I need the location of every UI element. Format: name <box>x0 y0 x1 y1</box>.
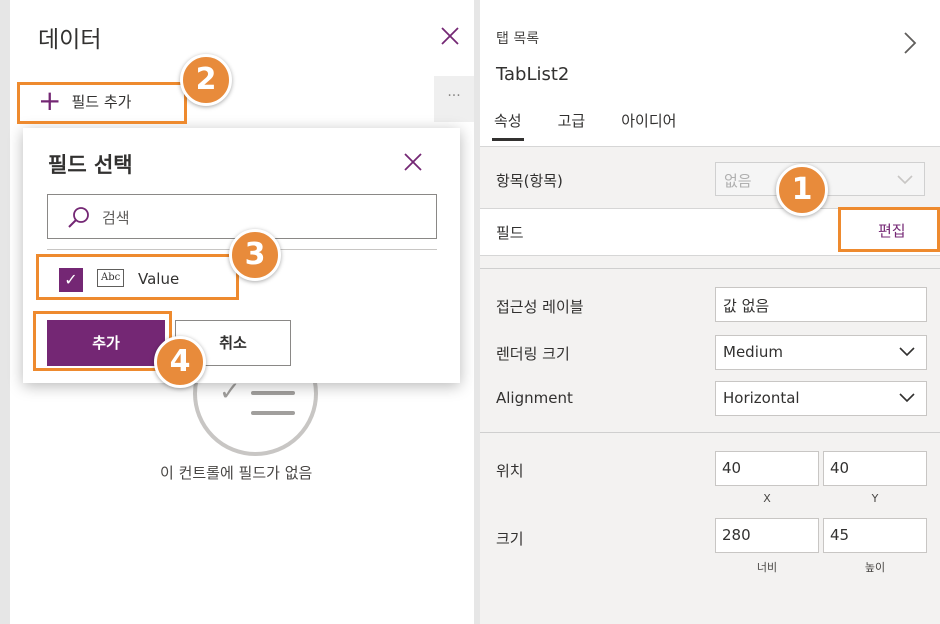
left-gutter <box>0 0 10 624</box>
step-badge-2: 2 <box>180 54 232 106</box>
alignment-value: Horizontal <box>723 389 800 407</box>
size-label: 크기 <box>496 530 524 548</box>
tab-properties[interactable]: 속성 <box>492 106 524 141</box>
width-caption: 너비 <box>756 561 778 574</box>
more-options-button[interactable]: ··· <box>434 76 474 122</box>
width-input[interactable]: 280 <box>715 518 819 553</box>
height-value: 45 <box>830 526 850 544</box>
alignment-label: Alignment <box>496 389 573 407</box>
y-caption: Y <box>871 492 879 505</box>
list-line <box>251 411 295 415</box>
chevron-down-icon <box>899 393 915 403</box>
highlight-value-field <box>36 254 239 300</box>
control-name: TabList2 <box>496 64 570 85</box>
x-input[interactable]: 40 <box>715 451 819 486</box>
search-placeholder: 검색 <box>102 209 130 227</box>
step-badge-3: 3 <box>229 229 281 281</box>
search-icon <box>68 207 89 228</box>
width-value: 280 <box>722 526 751 544</box>
y-input[interactable]: 40 <box>823 451 927 486</box>
data-panel-title: 데이터 <box>38 27 102 53</box>
y-value: 40 <box>830 459 850 477</box>
accessible-label-value: 값 없음 <box>723 297 770 315</box>
render-size-dropdown[interactable]: Medium <box>715 335 927 370</box>
step-badge-4: 4 <box>154 336 206 388</box>
accessible-label-label: 접근성 레이블 <box>496 298 584 316</box>
properties-panel: 탭 목록 TabList2 속성 고급 아이디어 항목(항목) 없음 필드 편집… <box>480 0 940 624</box>
items-value: 없음 <box>724 172 752 190</box>
control-type: 탭 목록 <box>496 31 540 47</box>
divider <box>480 268 940 269</box>
empty-message: 이 컨트롤에 필드가 없음 <box>160 464 313 482</box>
render-size-value: Medium <box>723 343 783 361</box>
close-icon[interactable] <box>438 24 462 48</box>
fields-label: 필드 <box>496 224 524 242</box>
highlight-edit-link <box>838 207 940 252</box>
alignment-dropdown[interactable]: Horizontal <box>715 381 927 416</box>
render-size-label: 렌더링 크기 <box>496 345 570 363</box>
step-badge-1: 1 <box>776 164 828 216</box>
properties-header: 탭 목록 TabList2 속성 고급 아이디어 <box>480 0 940 147</box>
field-picker-title: 필드 선택 <box>48 153 133 177</box>
list-line <box>251 391 295 395</box>
chevron-down-icon <box>899 347 915 357</box>
items-label: 항목(항목) <box>496 172 563 190</box>
tab-advanced[interactable]: 고급 <box>556 106 588 141</box>
highlight-add-button <box>33 311 172 371</box>
tab-ideas[interactable]: 아이디어 <box>619 106 678 141</box>
height-caption: 높이 <box>864 561 886 574</box>
properties-tabs: 속성 고급 아이디어 <box>492 106 710 141</box>
x-caption: X <box>763 492 771 505</box>
chevron-down-icon <box>897 175 913 185</box>
position-label: 위치 <box>496 462 524 480</box>
chevron-right-icon[interactable] <box>900 30 920 56</box>
accessible-label-input[interactable]: 값 없음 <box>715 287 927 322</box>
divider <box>480 432 940 433</box>
height-input[interactable]: 45 <box>823 518 927 553</box>
highlight-add-field <box>17 82 187 124</box>
x-value: 40 <box>722 459 742 477</box>
close-icon[interactable] <box>401 150 425 174</box>
